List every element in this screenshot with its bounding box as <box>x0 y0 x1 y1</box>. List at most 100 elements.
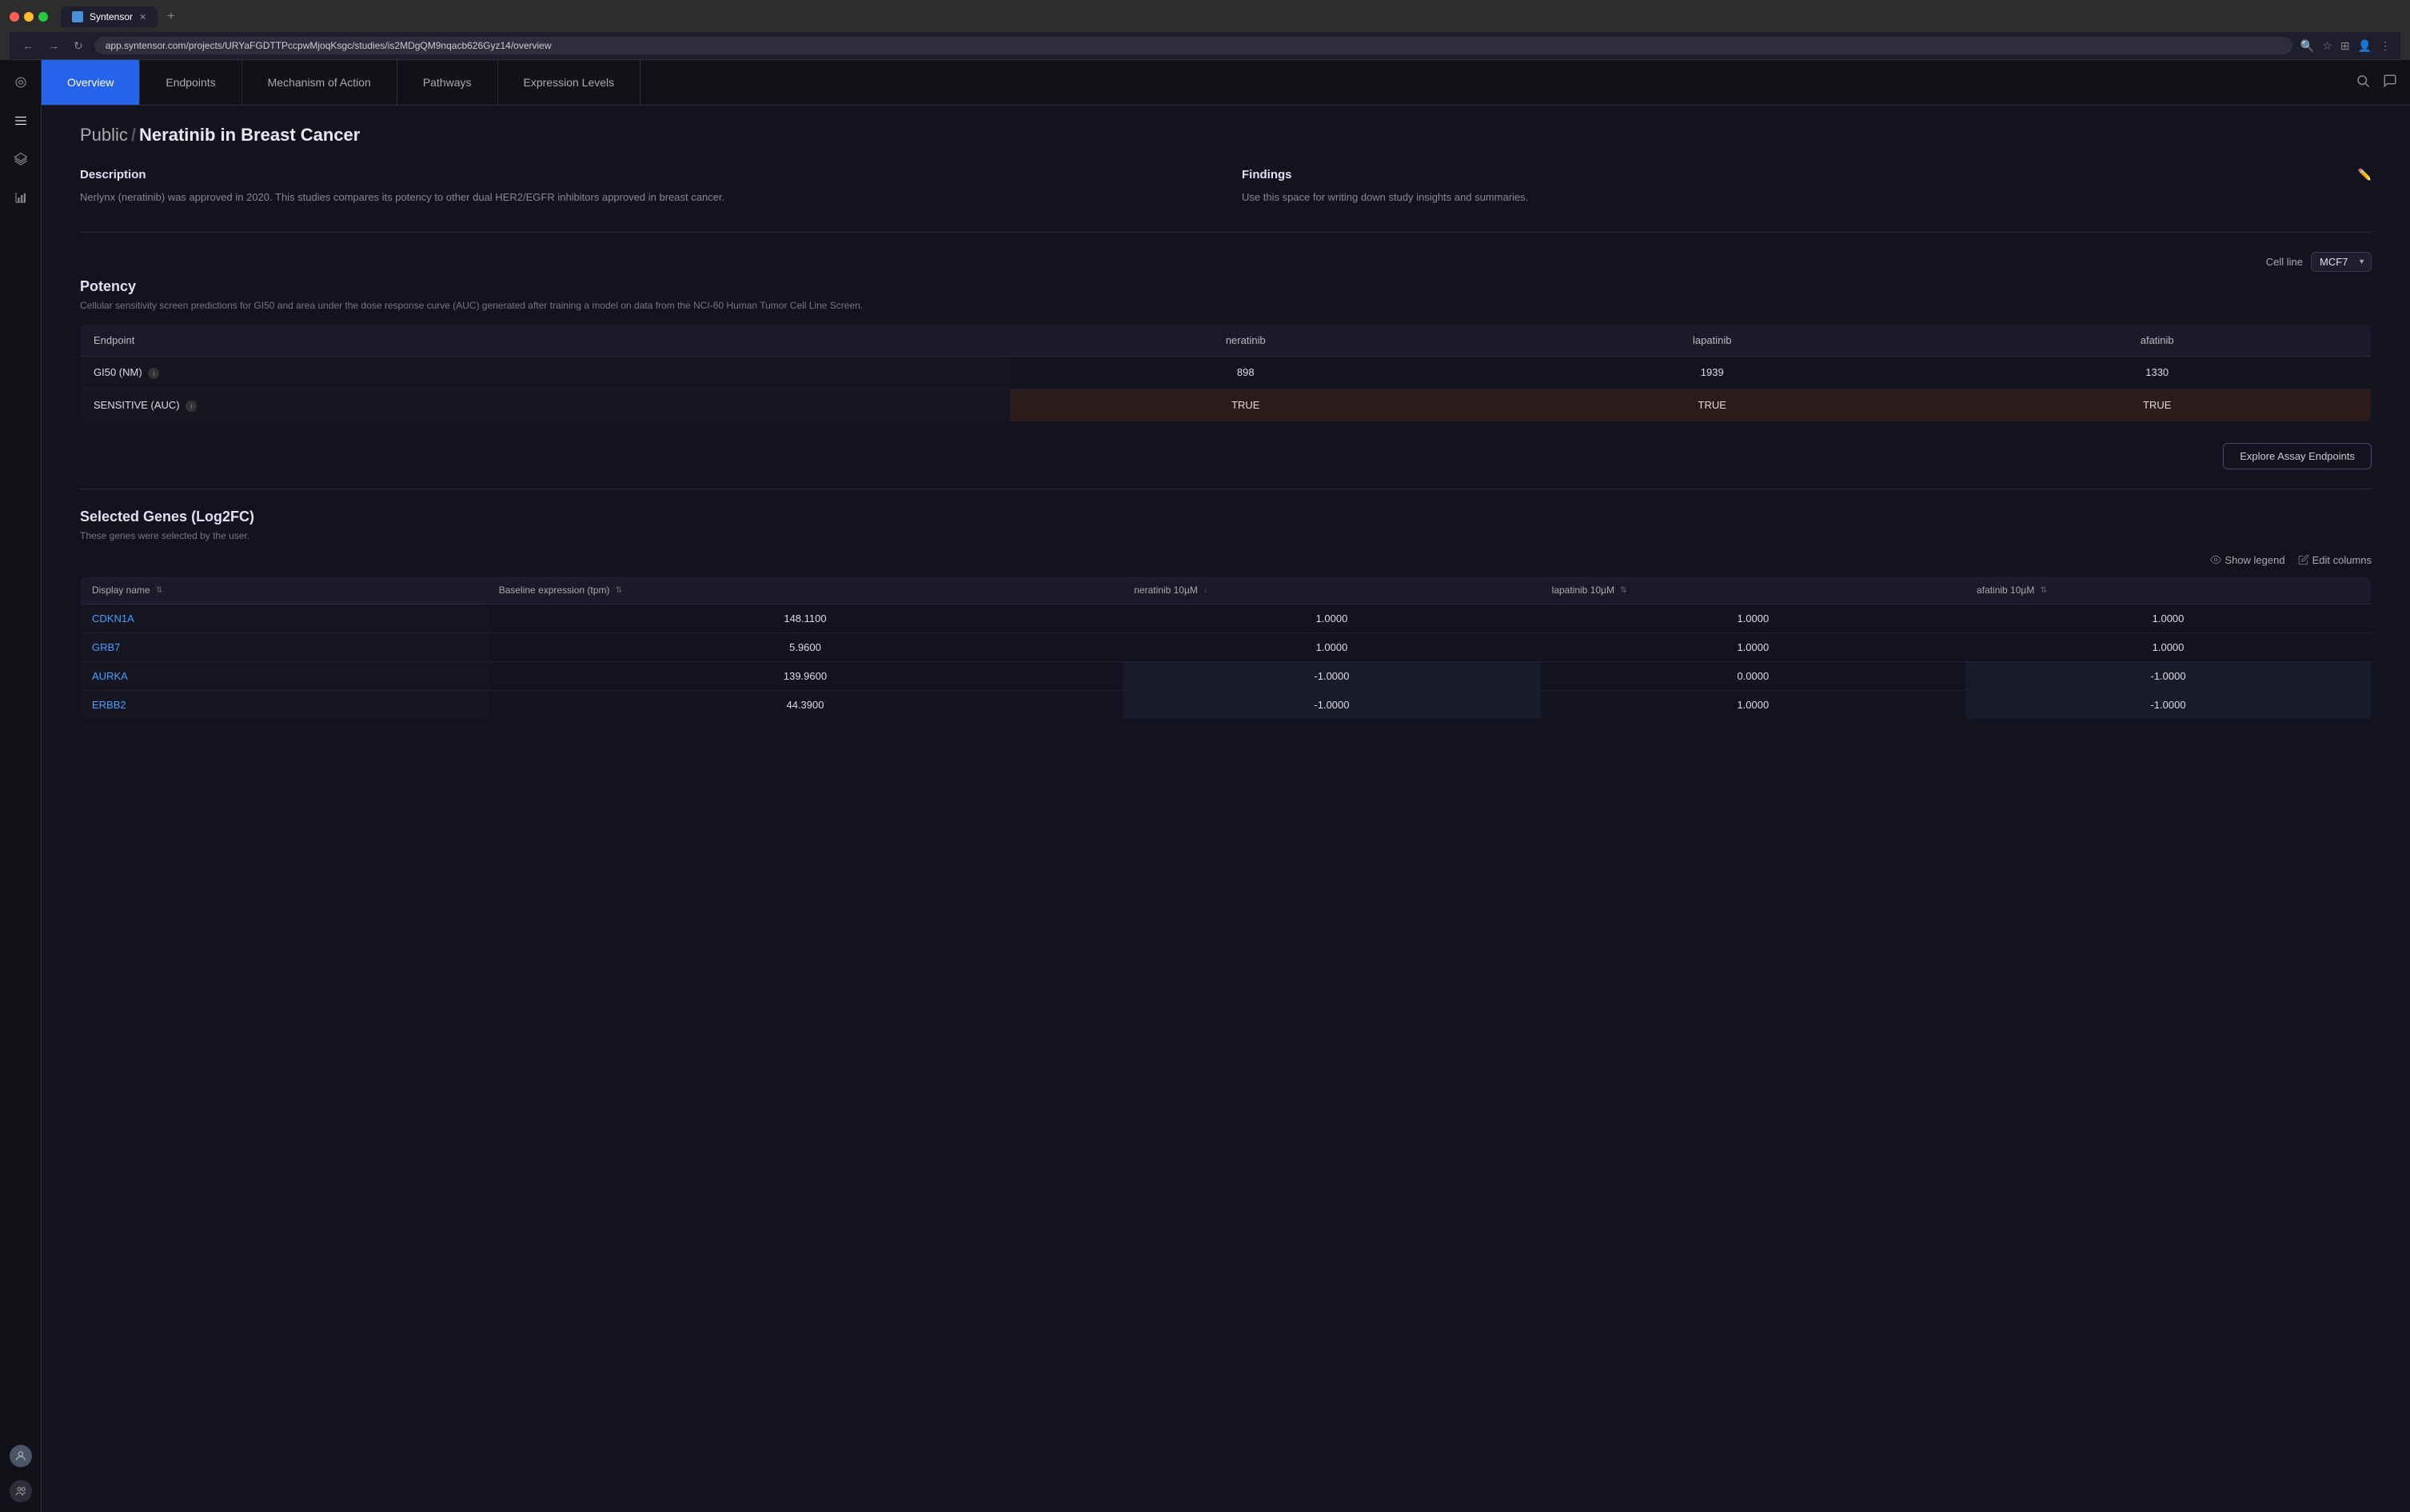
nav-item-overview[interactable]: Overview <box>42 60 140 105</box>
lapatinib-sort[interactable]: ⇅ <box>1620 586 1626 595</box>
chat-btn[interactable] <box>2383 74 2397 92</box>
afatinib-cell: 1.0000 <box>1965 632 2371 661</box>
table-row: CDKN1A148.11001.00001.00001.0000 <box>81 604 2372 632</box>
top-nav: Overview Endpoints Mechanism of Action P… <box>42 60 2410 106</box>
tab-close-btn[interactable]: ✕ <box>139 12 146 22</box>
description-block: Description Nerlynx (neratinib) was appr… <box>80 168 1210 206</box>
browser-tab-active[interactable]: Syntensor ✕ <box>61 6 158 27</box>
lapatinib-gene-col: lapatinib 10µM ⇅ <box>1541 576 1965 604</box>
browser-chrome: Syntensor ✕ + ← → ↻ 🔍 ☆ ⊞ 👤 ⋮ <box>0 0 2410 60</box>
auc-neratinib-val: TRUE <box>1010 389 1481 421</box>
afatinib-cell: -1.0000 <box>1965 661 2371 690</box>
show-legend-btn[interactable]: Show legend <box>2210 554 2284 566</box>
page-title: Public / Neratinib in Breast Cancer <box>80 125 2372 146</box>
gi50-lapatinib-val: 1939 <box>1481 356 1943 389</box>
baseline-cell: 5.9600 <box>488 632 1123 661</box>
neratinib-col-header: neratinib <box>1010 324 1481 356</box>
neratinib-sort[interactable]: ↓ <box>1203 586 1207 595</box>
neratinib-cell: 1.0000 <box>1123 632 1540 661</box>
sidebar-icon-layers[interactable] <box>8 146 34 172</box>
gi50-neratinib-val: 898 <box>1010 356 1481 389</box>
lapatinib-col-header: lapatinib <box>1481 324 1943 356</box>
auc-label: SENSITIVE (AUC) i <box>81 389 1011 421</box>
tab-favicon <box>72 11 83 22</box>
url-input[interactable] <box>94 37 2292 54</box>
extensions-icon[interactable]: ⊞ <box>2340 39 2350 53</box>
nav-item-expression[interactable]: Expression Levels <box>498 60 641 105</box>
forward-btn[interactable]: → <box>45 38 62 54</box>
back-btn[interactable]: ← <box>19 38 37 54</box>
baseline-cell: 44.3900 <box>488 690 1123 719</box>
potency-subtitle: Cellular sensitivity screen predictions … <box>80 300 2372 311</box>
description-label: Description <box>80 168 1210 182</box>
zoom-icon[interactable]: 🔍 <box>2300 39 2314 53</box>
table-row: AURKA139.9600-1.00000.0000-1.0000 <box>81 661 2372 690</box>
table-row: ERBB244.3900-1.00001.0000-1.0000 <box>81 690 2372 719</box>
menu-icon[interactable]: ⋮ <box>2380 39 2391 53</box>
window-controls <box>10 12 48 22</box>
auc-info-icon[interactable]: i <box>186 401 197 412</box>
gene-name-cell[interactable]: ERBB2 <box>81 690 488 719</box>
table-row: GRB75.96001.00001.00001.0000 <box>81 632 2372 661</box>
neratinib-cell: -1.0000 <box>1123 661 1540 690</box>
potency-header: Cell line MCF7 <box>80 252 2372 272</box>
lapatinib-cell: 1.0000 <box>1541 604 1965 632</box>
edit-columns-btn[interactable]: Edit columns <box>2298 554 2372 566</box>
gene-name-cell[interactable]: AURKA <box>81 661 488 690</box>
profile-icon[interactable]: 👤 <box>2358 39 2372 53</box>
sidebar-left <box>0 60 42 1512</box>
nav-item-pathways[interactable]: Pathways <box>397 60 498 105</box>
afatinib-gene-col: afatinib 10µM ⇅ <box>1965 576 2371 604</box>
lapatinib-cell: 1.0000 <box>1541 632 1965 661</box>
minimize-window-btn[interactable] <box>24 12 34 22</box>
search-btn[interactable] <box>2356 74 2370 92</box>
nav-item-mechanism[interactable]: Mechanism of Action <box>242 60 397 105</box>
baseline-cell: 148.1100 <box>488 604 1123 632</box>
gene-name-cell[interactable]: CDKN1A <box>81 604 488 632</box>
baseline-cell: 139.9600 <box>488 661 1123 690</box>
auc-afatinib-val: TRUE <box>1943 389 2371 421</box>
sidebar-icon-menu[interactable] <box>8 108 34 134</box>
tab-title: Syntensor <box>90 11 133 22</box>
refresh-btn[interactable]: ↻ <box>70 38 86 54</box>
cell-line-select[interactable]: MCF7 <box>2311 252 2372 272</box>
afatinib-sort[interactable]: ⇅ <box>2041 586 2047 595</box>
main-content: Overview Endpoints Mechanism of Action P… <box>42 60 2410 1512</box>
maximize-window-btn[interactable] <box>38 12 48 22</box>
team-icon[interactable] <box>10 1480 32 1502</box>
breadcrumb-sep: / <box>131 125 136 146</box>
sidebar-icon-logo[interactable] <box>8 70 34 95</box>
user-avatar[interactable] <box>10 1445 32 1467</box>
gi50-info-icon[interactable]: i <box>148 368 159 379</box>
page-body: Public / Neratinib in Breast Cancer Desc… <box>42 106 2410 739</box>
lapatinib-cell: 1.0000 <box>1541 690 1965 719</box>
findings-text: Use this space for writing down study in… <box>1242 189 2372 206</box>
baseline-sort[interactable]: ⇅ <box>616 586 622 595</box>
neratinib-cell: 1.0000 <box>1123 604 1540 632</box>
lapatinib-cell: 0.0000 <box>1541 661 1965 690</box>
new-tab-btn[interactable]: + <box>161 10 181 24</box>
bookmark-icon[interactable]: ☆ <box>2322 39 2332 53</box>
table-row: GI50 (NM) i 898 1939 1330 <box>81 356 2372 389</box>
potency-table: Endpoint neratinib lapatinib afatinib GI… <box>80 324 2372 422</box>
close-window-btn[interactable] <box>10 12 19 22</box>
display-name-sort[interactable]: ⇅ <box>156 586 162 595</box>
edit-findings-icon[interactable]: ✏️ <box>2358 168 2372 182</box>
genes-title: Selected Genes (Log2FC) <box>80 509 2372 525</box>
breadcrumb-public: Public <box>80 125 128 146</box>
neratinib-cell: -1.0000 <box>1123 690 1540 719</box>
nav-item-endpoints[interactable]: Endpoints <box>140 60 241 105</box>
afatinib-cell: 1.0000 <box>1965 604 2371 632</box>
display-name-col: Display name ⇅ <box>81 576 488 604</box>
endpoint-col-header: Endpoint <box>81 324 1011 356</box>
sidebar-icon-chart[interactable] <box>8 185 34 210</box>
afatinib-col-header: afatinib <box>1943 324 2371 356</box>
gi50-afatinib-val: 1330 <box>1943 356 2371 389</box>
genes-table: Display name ⇅ Baseline expression (tpm)… <box>80 576 2372 720</box>
gene-name-cell[interactable]: GRB7 <box>81 632 488 661</box>
potency-title: Potency <box>80 278 2372 295</box>
cell-line-select-wrapper[interactable]: MCF7 <box>2311 252 2372 272</box>
eye-icon <box>2210 554 2221 565</box>
description-findings-row: Description Nerlynx (neratinib) was appr… <box>80 168 2372 206</box>
explore-endpoints-btn[interactable]: Explore Assay Endpoints <box>2223 443 2372 469</box>
